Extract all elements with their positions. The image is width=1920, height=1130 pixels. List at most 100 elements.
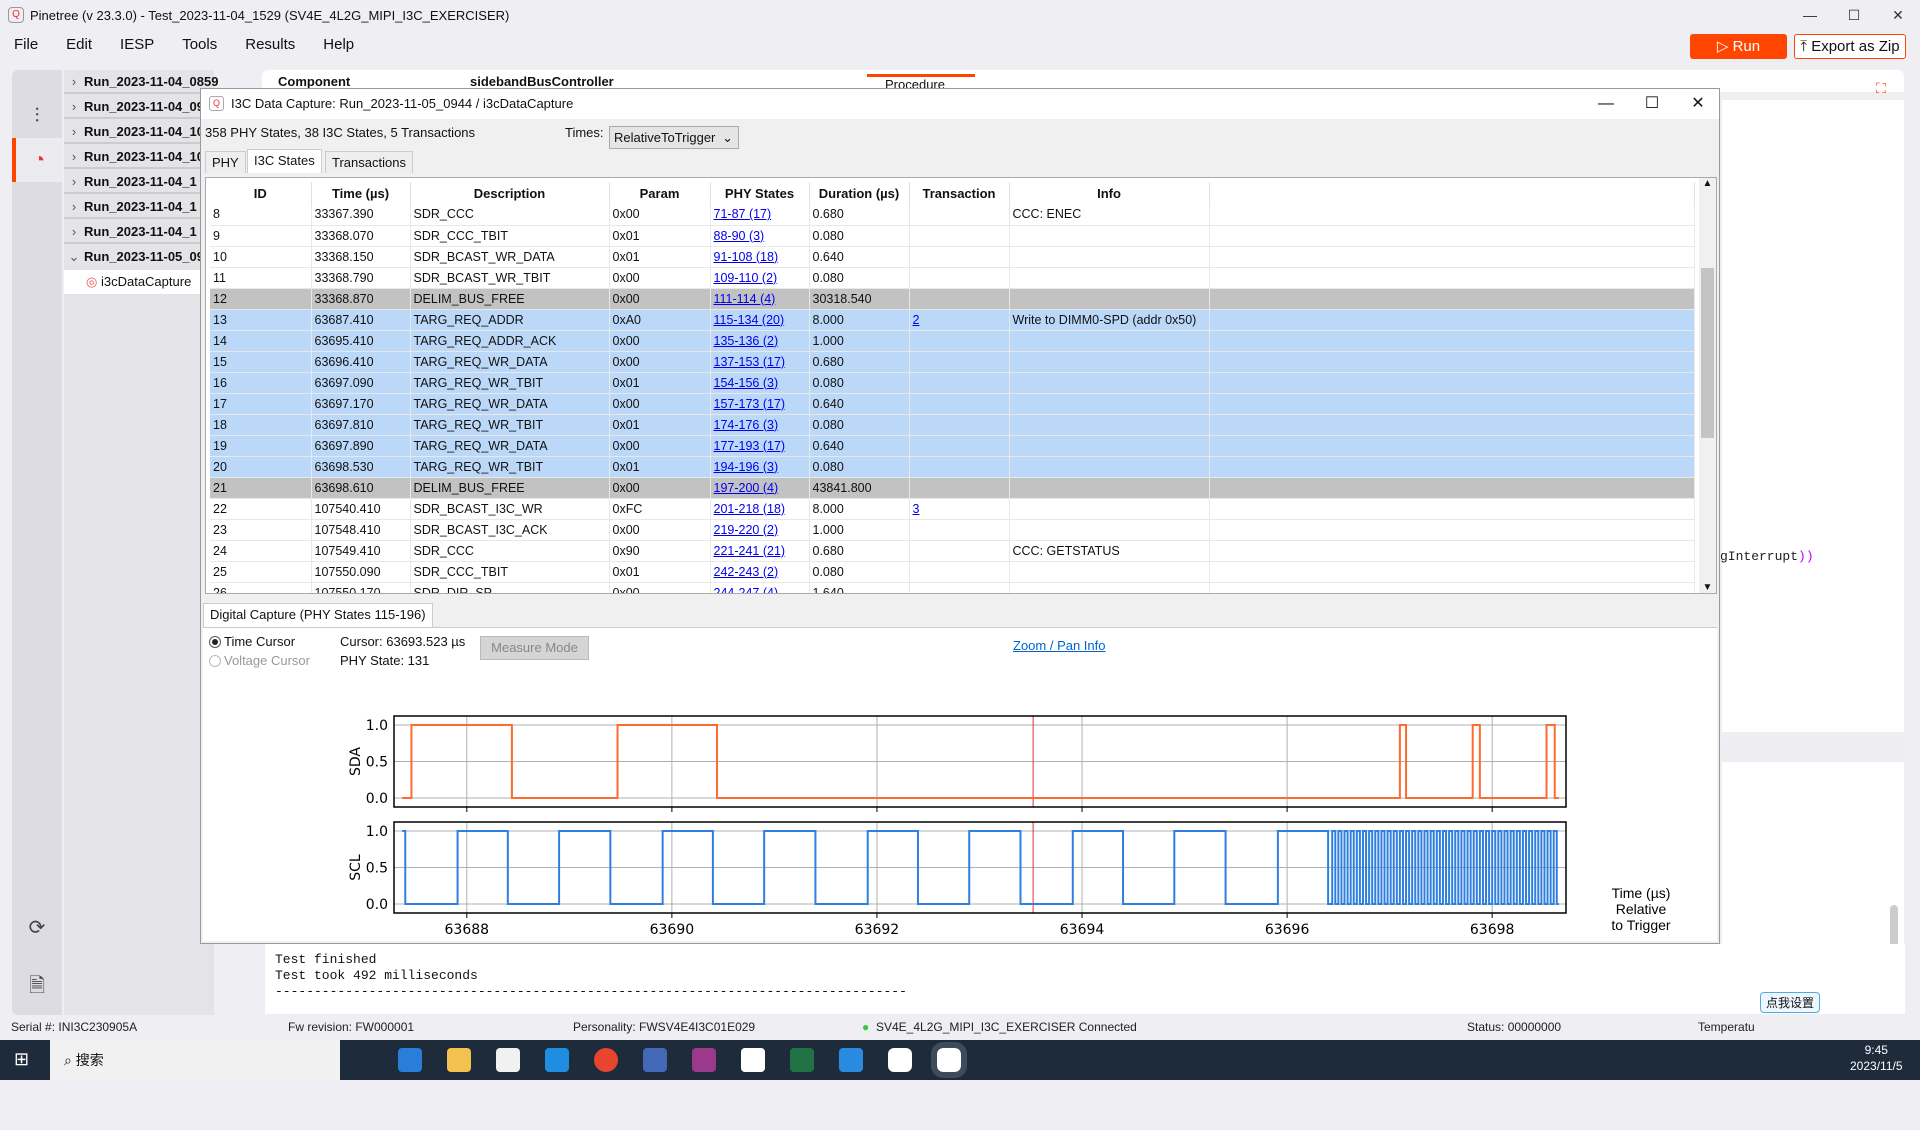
col-transaction[interactable]: Transaction <box>909 182 1010 204</box>
store-icon[interactable] <box>496 1048 520 1072</box>
table-row[interactable]: 9 33368.070 SDR_CCC_TBIT 0x01 88-90 (3) 0.080 <box>210 225 1695 247</box>
document-icon[interactable]: 🗎 <box>12 964 62 1008</box>
cell-txn[interactable] <box>909 393 1010 415</box>
cell-txn[interactable] <box>909 372 1010 394</box>
run-button[interactable]: ▷ Run <box>1690 34 1787 59</box>
col-duration[interactable]: Duration (µs) <box>809 182 910 204</box>
phy-states-link[interactable]: 194-196 (3) <box>714 460 779 474</box>
refresh-icon[interactable]: ⟳ <box>12 906 62 950</box>
phy-states-link[interactable]: 137-153 (17) <box>714 355 786 369</box>
cell-txn[interactable] <box>909 330 1010 352</box>
phy-states-link[interactable]: 91-108 (18) <box>714 250 779 264</box>
menu-file[interactable]: File <box>0 32 52 58</box>
cell-phy[interactable]: 221-241 (21) <box>710 540 810 562</box>
cell-txn[interactable] <box>909 456 1010 478</box>
scroll-down-icon[interactable]: ▼ <box>1699 582 1716 593</box>
phy-states-link[interactable]: 221-241 (21) <box>714 544 786 558</box>
phy-states-link[interactable]: 197-200 (4) <box>714 481 779 495</box>
menu-help[interactable]: Help <box>309 32 368 58</box>
cell-txn[interactable] <box>909 519 1010 541</box>
cell-phy[interactable]: 91-108 (18) <box>710 246 810 268</box>
tree-item-i3c-data-capture[interactable]: ◎ i3cDataCapture <box>64 270 214 294</box>
cell-phy[interactable]: 219-220 (2) <box>710 519 810 541</box>
cell-txn[interactable] <box>909 267 1010 289</box>
onenote-icon[interactable] <box>692 1048 716 1072</box>
phy-states-link[interactable]: 115-134 (20) <box>714 313 785 327</box>
waveform-chart[interactable]: 0.00.51.0SDA0.00.51.0SCL63688 63690 63692 6… <box>203 628 1717 942</box>
table-row[interactable]: 8 33367.390 SDR_CCC 0x00 71-87 (17) 0.680 CCC:… <box>210 204 1695 226</box>
menu-results[interactable]: Results <box>231 32 309 58</box>
edge-icon[interactable] <box>398 1048 422 1072</box>
taskbar-search[interactable]: ⌕ 搜索 <box>50 1040 340 1080</box>
table-row[interactable]: 11 33368.790 SDR_BCAST_WR_TBIT 0x00 109-110 … <box>210 267 1695 289</box>
cell-phy[interactable]: 201-218 (18) <box>710 498 810 520</box>
tab-transactions[interactable]: Transactions <box>325 151 413 173</box>
maximize-button[interactable]: ☐ <box>1832 0 1876 30</box>
scroll-thumb[interactable] <box>1701 268 1714 438</box>
dialog-close-button[interactable]: ✕ <box>1675 89 1721 119</box>
table-row[interactable]: 24 107549.410 SDR_CCC 0x90 221-241 (21) 0.680… <box>210 540 1695 562</box>
table-row[interactable]: 14 63695.410 TARG_REQ_ADDR_ACK 0x00 135-136 … <box>210 330 1695 352</box>
dialog-minimize-button[interactable]: — <box>1583 89 1629 119</box>
col-description[interactable]: Description <box>410 182 610 204</box>
table-row[interactable]: 17 63697.170 TARG_REQ_WR_DATA 0x00 157-173 (… <box>210 393 1695 415</box>
menu-iesp[interactable]: IESP <box>106 32 168 58</box>
table-row[interactable]: 26 107550.170 SDR_DIR_SP 0x00 244-247 (4) 1.6… <box>210 582 1695 593</box>
cell-txn[interactable]: 3 <box>909 498 1010 520</box>
table-row[interactable]: 22 107540.410 SDR_BCAST_I3C_WR 0xFC 201-218 … <box>210 498 1695 520</box>
table-row[interactable]: 25 107550.090 SDR_CCC_TBIT 0x01 242-243 (2) 0… <box>210 561 1695 583</box>
cell-phy[interactable]: 111-114 (4) <box>710 288 810 310</box>
tab-phy[interactable]: PHY <box>205 151 246 173</box>
cell-phy[interactable]: 115-134 (20) <box>710 309 810 331</box>
cell-phy[interactable]: 109-110 (2) <box>710 267 810 289</box>
fullscreen-icon[interactable]: ⛶ <box>1876 80 1886 97</box>
ime-tooltip[interactable]: 点我设置 <box>1760 992 1821 1013</box>
table-row[interactable]: 16 63697.090 TARG_REQ_WR_TBIT 0x01 154-156 (… <box>210 372 1695 394</box>
transaction-link[interactable]: 3 <box>913 502 920 516</box>
results-pie-icon[interactable]: ◔ <box>12 138 62 182</box>
phy-states-link[interactable]: 174-176 (3) <box>714 418 779 432</box>
sliders-icon[interactable]: ⫶ <box>12 94 62 138</box>
phy-states-link[interactable]: 242-243 (2) <box>714 565 779 579</box>
col-param[interactable]: Param <box>609 182 711 204</box>
excel-icon[interactable] <box>790 1048 814 1072</box>
cell-phy[interactable]: 174-176 (3) <box>710 414 810 436</box>
cell-phy[interactable]: 154-156 (3) <box>710 372 810 394</box>
phy-states-link[interactable]: 88-90 (3) <box>714 229 765 243</box>
cell-txn[interactable] <box>909 246 1010 268</box>
phy-states-link[interactable]: 177-193 (17) <box>714 439 786 453</box>
tab-digital-capture[interactable]: Digital Capture (PHY States 115-196) <box>203 603 433 627</box>
cell-phy[interactable]: 88-90 (3) <box>710 225 810 247</box>
table-row[interactable]: 10 33368.150 SDR_BCAST_WR_DATA 0x01 91-108 (… <box>210 246 1695 268</box>
table-row[interactable]: 15 63696.410 TARG_REQ_WR_DATA 0x00 137-153 (… <box>210 351 1695 373</box>
cell-txn[interactable] <box>909 351 1010 373</box>
table-row[interactable]: 19 63697.890 TARG_REQ_WR_DATA 0x00 177-193 (… <box>210 435 1695 457</box>
cell-txn[interactable] <box>909 477 1010 499</box>
cell-phy[interactable]: 137-153 (17) <box>710 351 810 373</box>
col-info[interactable]: Info <box>1009 182 1210 204</box>
phy-states-link[interactable]: 135-136 (2) <box>714 334 779 348</box>
cell-txn[interactable] <box>909 204 1010 226</box>
windows-start-icon[interactable]: ⊞ <box>14 1049 29 1070</box>
cell-txn[interactable] <box>909 225 1010 247</box>
phy-states-link[interactable]: 154-156 (3) <box>714 376 779 390</box>
table-row[interactable]: 21 63698.610 DELIM_BUS_FREE 0x00 197-200 (4)… <box>210 477 1695 499</box>
tab-i3c-states[interactable]: I3C States <box>247 149 322 173</box>
table-row[interactable]: 20 63698.530 TARG_REQ_WR_TBIT 0x01 194-196 (… <box>210 456 1695 478</box>
app-icon[interactable] <box>741 1048 765 1072</box>
menu-tools[interactable]: Tools <box>168 32 231 58</box>
pinetree-icon[interactable] <box>888 1048 912 1072</box>
table-row[interactable]: 13 63687.410 TARG_REQ_ADDR 0xA0 115-134 (20)… <box>210 309 1695 331</box>
menu-edit[interactable]: Edit <box>52 32 106 58</box>
table-row[interactable]: 23 107548.410 SDR_BCAST_I3C_ACK 0x00 219-220… <box>210 519 1695 541</box>
cell-txn[interactable] <box>909 435 1010 457</box>
file-explorer-icon[interactable] <box>447 1048 471 1072</box>
phy-states-link[interactable]: 111-114 (4) <box>714 292 776 306</box>
phy-states-link[interactable]: 157-173 (17) <box>714 397 786 411</box>
phy-states-link[interactable]: 109-110 (2) <box>714 271 778 285</box>
mail-icon[interactable] <box>545 1048 569 1072</box>
vscode-icon[interactable] <box>839 1048 863 1072</box>
pinetree-active-icon[interactable] <box>931 1042 967 1078</box>
cell-txn[interactable] <box>909 561 1010 583</box>
cell-phy[interactable]: 194-196 (3) <box>710 456 810 478</box>
